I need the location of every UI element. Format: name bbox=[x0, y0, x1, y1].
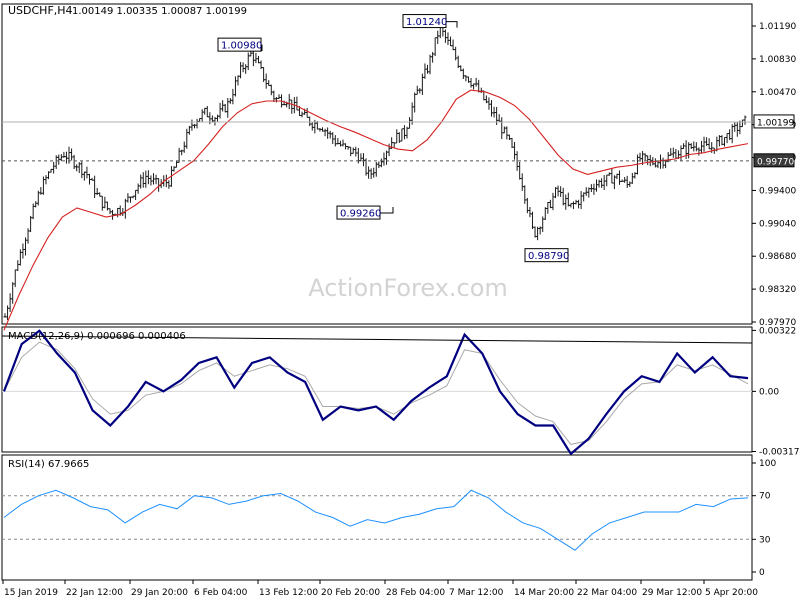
macd-y-tick-label: -0.003174 bbox=[759, 448, 800, 458]
watermark: ActionForex.com bbox=[308, 274, 508, 302]
annotation-label: 0.98790 bbox=[528, 251, 569, 262]
x-tick-label: 15 Jan 2019 bbox=[4, 588, 58, 598]
rsi-y-tick-label: 0 bbox=[759, 568, 765, 578]
rsi-line bbox=[3, 489, 749, 551]
ohlc-readout: 1.00149 1.00335 1.00087 1.00199 bbox=[72, 6, 247, 17]
x-tick-label: 14 Mar 20:00 bbox=[514, 588, 574, 598]
macd-y-tick-label: 0.00322 bbox=[759, 326, 796, 336]
x-tick-label: 28 Feb 04:00 bbox=[386, 588, 445, 598]
annotation-label: 1.00980 bbox=[221, 41, 262, 52]
x-tick-label: 22 Jan 12:00 bbox=[66, 588, 123, 598]
price-y-tick-label: 0.99400 bbox=[759, 186, 796, 196]
x-tick-label: 22 Mar 04:00 bbox=[577, 588, 637, 598]
current-price-tag: 1.00199 bbox=[757, 118, 794, 128]
x-tick-label: 29 Mar 12:00 bbox=[642, 588, 702, 598]
annotation-leader bbox=[446, 21, 458, 28]
annotation-leader bbox=[380, 207, 394, 214]
rsi-y-tick-label: 100 bbox=[759, 459, 776, 469]
x-tick-label: 7 Mar 12:00 bbox=[449, 588, 504, 598]
rsi-title: RSI(14) 67.9665 bbox=[8, 459, 89, 470]
symbol-label: USDCHF,H4 bbox=[8, 4, 73, 17]
chart-canvas: USDCHF,H4 1.00149 1.00335 1.00087 1.0019… bbox=[1, 3, 800, 598]
macd-line bbox=[2, 329, 749, 456]
x-tick-label: 5 Apr 20:00 bbox=[705, 588, 758, 598]
price-y-tick-label: 1.01190 bbox=[759, 22, 796, 32]
price-y-tick-label: 0.98680 bbox=[759, 252, 796, 262]
rsi-panel bbox=[1, 454, 753, 581]
price-y-tick-label: 0.98320 bbox=[759, 285, 796, 295]
macd-y-tick-label: 0.00 bbox=[759, 387, 779, 397]
macd-panel bbox=[1, 326, 753, 453]
annotation-label: 1.01240 bbox=[406, 17, 447, 28]
macd-signal-line bbox=[3, 341, 749, 445]
price-y-tick-label: 0.99040 bbox=[759, 219, 796, 229]
price-y-tick-label: 1.00470 bbox=[759, 88, 796, 98]
x-tick-label: 20 Feb 20:00 bbox=[321, 588, 380, 598]
x-tick-label: 6 Feb 04:00 bbox=[194, 588, 248, 598]
price-y-tick-label: 1.00830 bbox=[759, 55, 796, 65]
annotation-label: 0.99260 bbox=[340, 209, 381, 220]
x-tick-label: 13 Feb 12:00 bbox=[259, 588, 318, 598]
chart-window: USDCHF,H4 1.00149 1.00335 1.00087 1.0019… bbox=[0, 0, 800, 600]
rsi-y-tick-label: 30 bbox=[759, 535, 771, 545]
rsi-y-tick-label: 70 bbox=[759, 492, 771, 502]
support-tag: 0.99770 bbox=[757, 157, 794, 167]
x-tick-label: 29 Jan 20:00 bbox=[131, 588, 188, 598]
